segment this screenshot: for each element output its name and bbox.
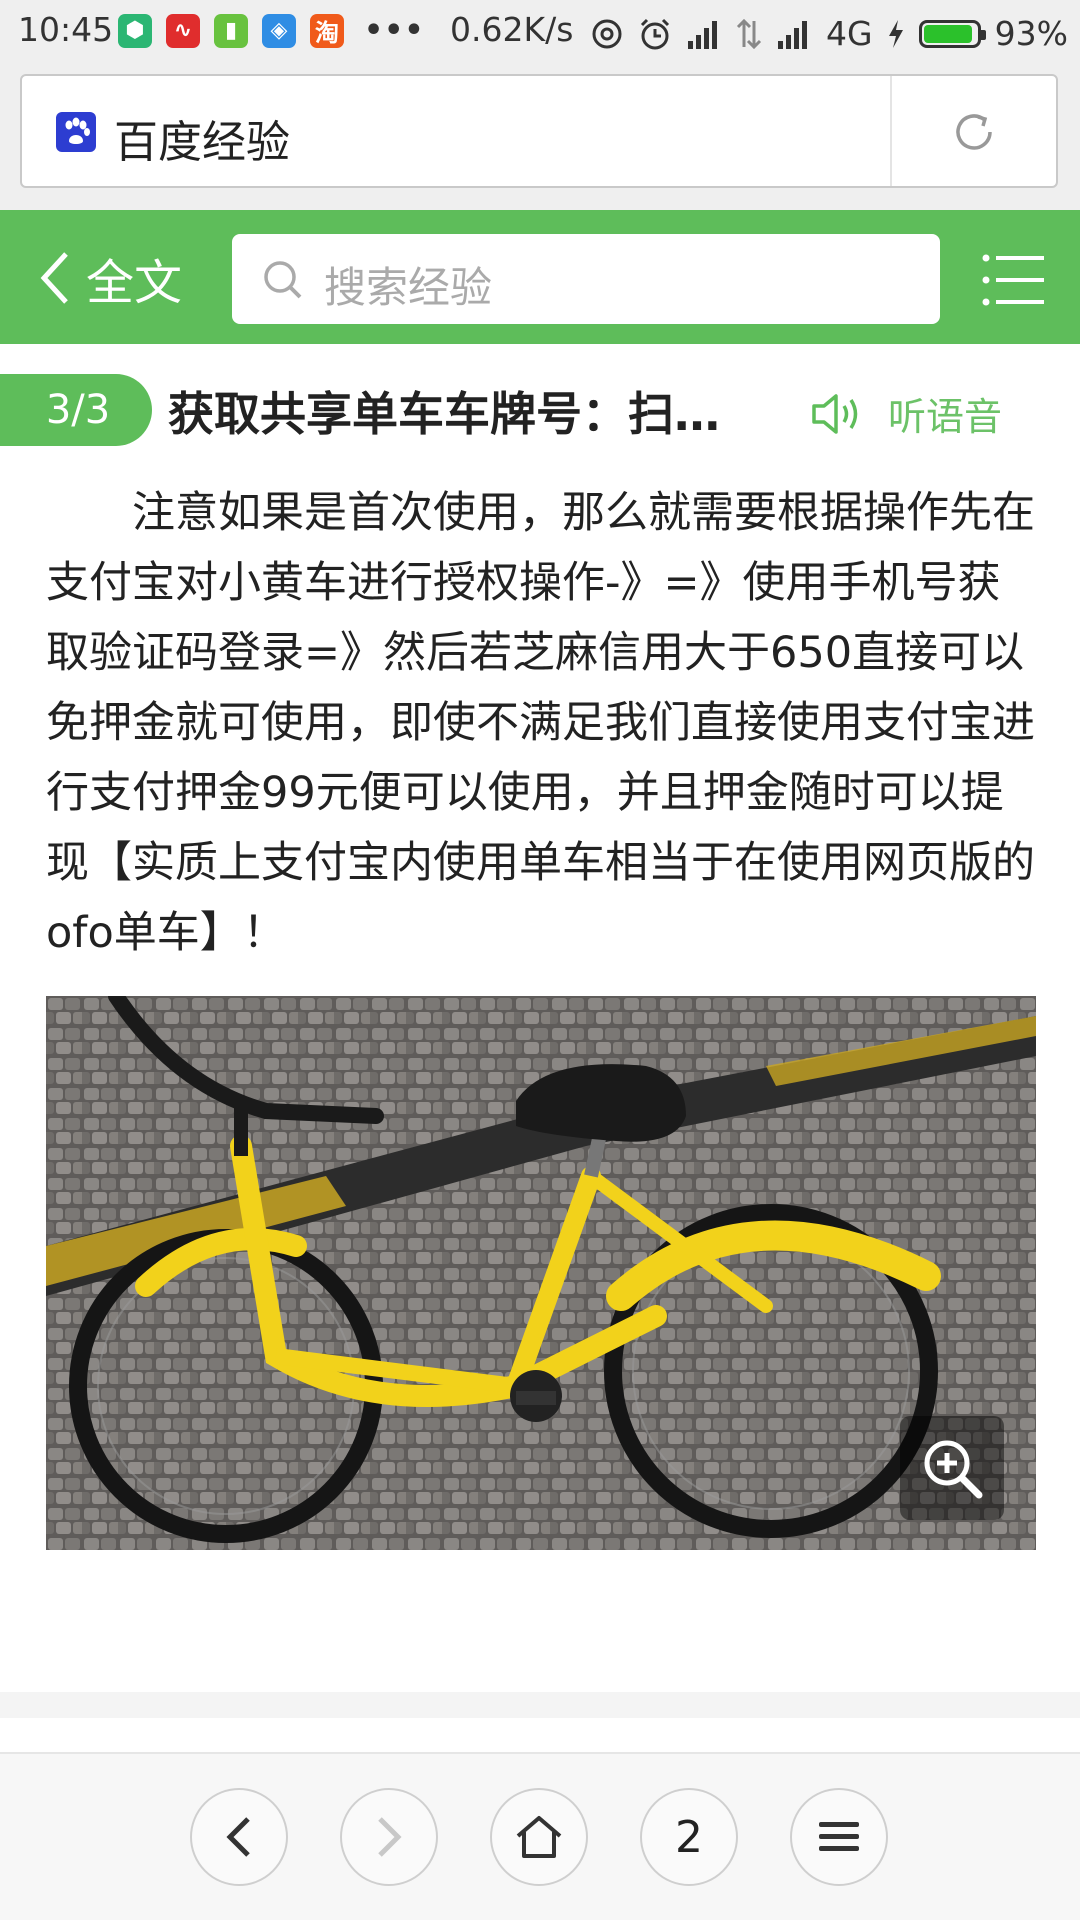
search-placeholder: 搜索经验 [324,263,493,312]
listen-label: 听语音 [888,395,1003,439]
page-site-title: 百度经验 [114,117,290,168]
menu-icon[interactable] [982,254,1044,306]
home-button[interactable] [490,1788,588,1886]
baidu-paw-icon [56,112,96,152]
network-type: 4G [826,14,873,53]
arrow-right-icon [378,1817,402,1857]
hotspot-icon [592,19,622,48]
back-button[interactable] [190,1788,288,1886]
signal-icon-2 [778,20,807,49]
battery-fill [923,24,972,43]
hamburger-icon [819,1822,859,1851]
address-bar[interactable]: 百度经验 [20,74,1058,188]
site-header: 全文 搜索经验 [0,210,1080,344]
reload-icon[interactable] [950,108,998,156]
listen-audio-button[interactable]: 听语音 [810,386,1002,441]
content-separator [0,1692,1080,1718]
arrow-left-icon [226,1817,250,1857]
data-transfer-icon [736,18,762,49]
home-icon [516,1816,562,1858]
browser-toolbar: 百度经验 [0,62,1080,210]
signal-icon [688,20,717,49]
tabs-button[interactable]: 2 [640,1788,738,1886]
battery-app-icon: ▮ [214,13,248,48]
search-input[interactable]: 搜索经验 [232,234,940,324]
status-time: 10:45 [18,10,114,49]
step-badge: 3/3 [0,374,152,446]
zoom-image-button[interactable] [900,1416,1004,1520]
stock-app-icon: ∿ [166,13,200,48]
browser-menu-button[interactable] [790,1788,888,1886]
taobao-app-icon: 淘 [310,13,344,48]
speaker-icon [812,393,858,434]
back-label: 全文 [86,255,183,311]
notification-icons: ⬢ ∿ ▮ ◈ 淘 ••• [118,13,425,48]
step-image[interactable] [46,996,1036,1550]
step-description: 注意如果是首次使用，那么就需要根据操作先在支付宝对小黄车进行授权操作-》=》使用… [46,488,1035,958]
shield-app-icon: ⬢ [118,13,152,48]
step-title: 获取共享单车车牌号：扫… [168,387,720,441]
status-bar: 10:45 ⬢ ∿ ▮ ◈ 淘 ••• 0.62K/s 4G 93% [0,0,1080,62]
more-notifications-icon: ••• [364,13,425,48]
browser-app-icon: ◈ [262,13,296,48]
battery-icon [918,19,986,48]
chevron-left-icon [40,252,68,304]
tab-count: 2 [675,1811,703,1863]
battery-percent: 93% [994,14,1068,53]
net-speed: 0.62K/s [450,10,574,49]
bike-photo [46,996,1036,1550]
system-icons: 4G 93% [590,14,1068,53]
zoom-in-icon [924,1440,983,1499]
forward-button[interactable] [340,1788,438,1886]
browser-bottom-nav: 2 [0,1752,1080,1920]
address-divider [890,76,892,186]
back-to-full-text-button[interactable]: 全文 [40,248,182,311]
alarm-icon [640,18,670,49]
charging-icon [888,19,903,48]
search-icon [264,261,302,299]
